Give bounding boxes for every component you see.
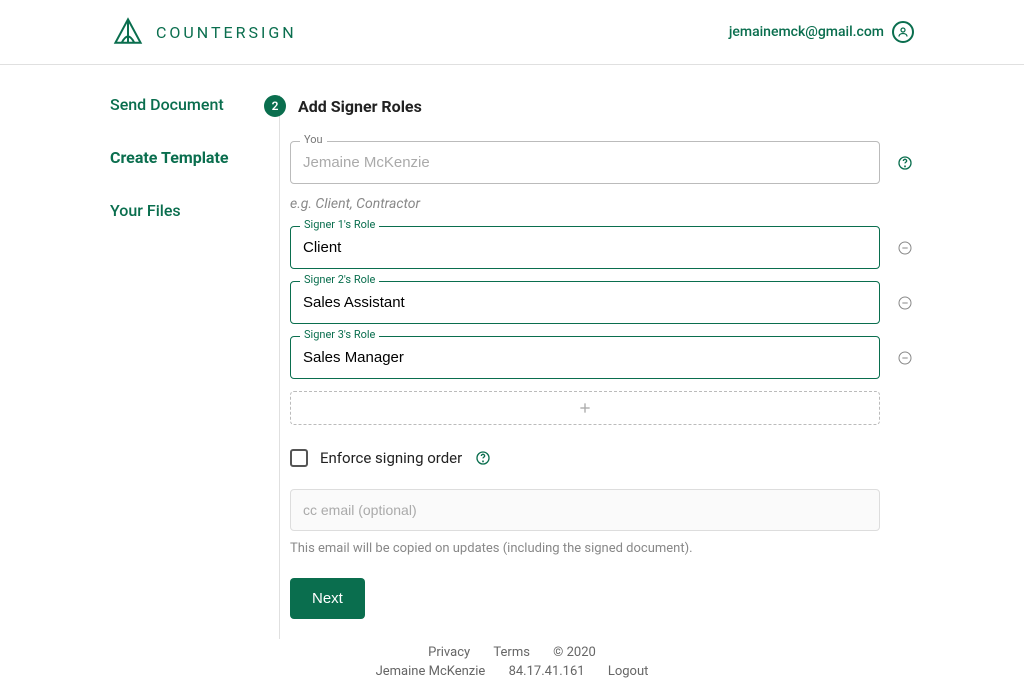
you-field-label: You [300,133,327,146]
page-footer: Privacy Terms © 2020 Jemaine McKenzie 84… [0,639,1024,693]
cc-email-input[interactable] [290,489,880,531]
next-button[interactable]: Next [290,578,365,619]
enforce-order-help-icon[interactable] [474,449,492,467]
you-field: You [290,141,880,184]
footer-user-name: Jemaine McKenzie [376,664,486,679]
cc-email-hint: This email will be copied on updates (in… [290,541,914,556]
remove-signer-3-icon[interactable] [896,349,914,367]
user-avatar-icon [892,21,914,43]
signer-2-input[interactable] [290,281,880,324]
step-title: Add Signer Roles [298,97,422,116]
logo-icon [110,14,146,50]
footer-copyright: © 2020 [553,645,596,660]
footer-ip: 84.17.41.161 [509,664,585,679]
main-content: 2 Add Signer Roles You e.g. Client, Cont… [280,95,1024,639]
app-header: COUNTERSIGN jemainemck@gmail.com [0,0,1024,65]
brand-name: COUNTERSIGN [156,23,297,42]
signer-2-field: Signer 2's Role [290,281,880,324]
user-email: jemainemck@gmail.com [729,24,884,40]
you-input [290,141,880,184]
footer-logout-link[interactable]: Logout [608,664,649,679]
remove-signer-1-icon[interactable] [896,239,914,257]
sidebar-item-your-files[interactable]: Your Files [110,201,259,220]
footer-terms-link[interactable]: Terms [493,645,530,660]
enforce-order-row: Enforce signing order [290,449,914,467]
signer-1-field: Signer 1's Role [290,226,880,269]
cc-email-field [290,489,880,531]
signer-3-field: Signer 3's Role [290,336,880,379]
brand-logo[interactable]: COUNTERSIGN [110,14,297,50]
plus-icon [577,400,593,416]
you-help-icon[interactable] [896,154,914,172]
sidebar-nav: Send Document Create Template Your Files [0,95,280,639]
enforce-order-label: Enforce signing order [320,449,462,467]
footer-privacy-link[interactable]: Privacy [428,645,470,660]
sidebar-item-send-document[interactable]: Send Document [110,95,259,114]
sidebar-item-create-template[interactable]: Create Template [110,148,259,167]
step-header: 2 Add Signer Roles [264,95,914,117]
enforce-order-checkbox[interactable] [290,449,308,467]
remove-signer-2-icon[interactable] [896,294,914,312]
signer-1-input[interactable] [290,226,880,269]
signer-2-label: Signer 2's Role [300,273,379,286]
step-number-badge: 2 [264,95,286,117]
add-signer-button[interactable] [290,391,880,425]
signer-3-label: Signer 3's Role [300,328,379,341]
signer-3-input[interactable] [290,336,880,379]
signer-1-label: Signer 1's Role [300,218,379,231]
user-menu[interactable]: jemainemck@gmail.com [729,21,914,43]
roles-hint-text: e.g. Client, Contractor [290,196,914,212]
